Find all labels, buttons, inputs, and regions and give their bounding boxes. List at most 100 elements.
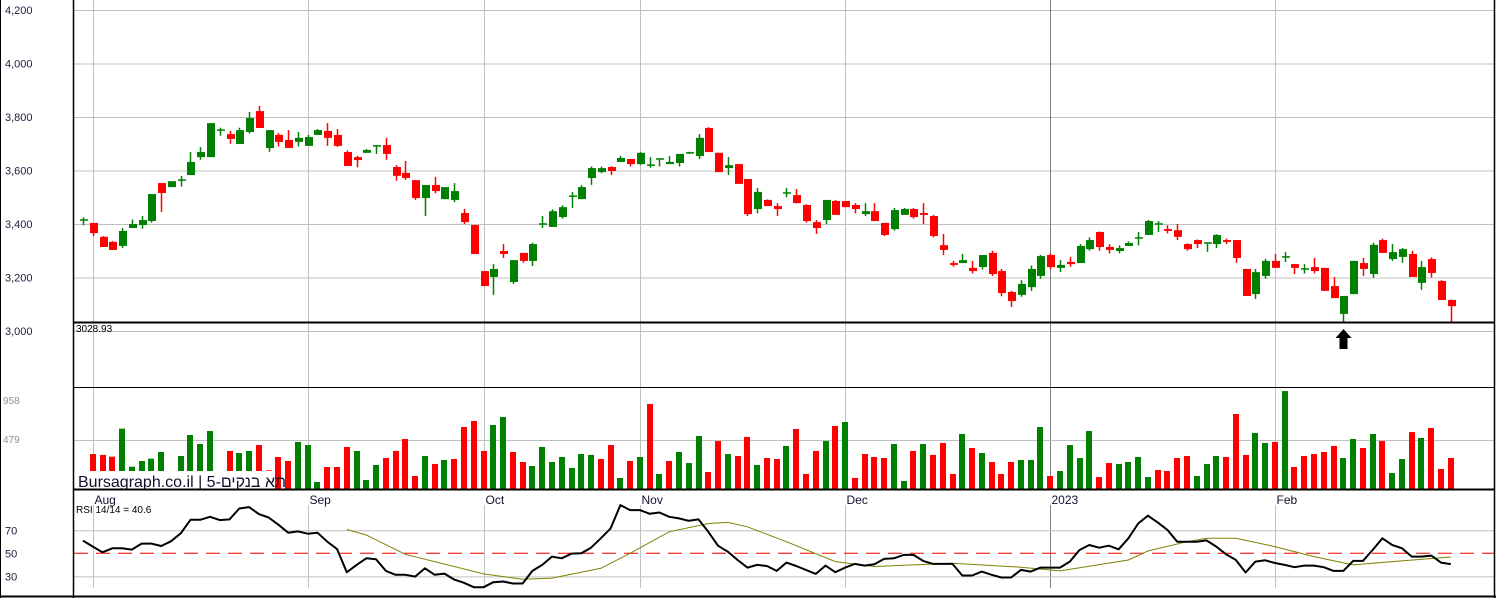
volume-bar: [402, 439, 408, 489]
volume-bar: [1340, 458, 1346, 489]
volume-bar: [334, 467, 340, 489]
volume-bar: [715, 441, 721, 489]
candle: [1252, 268, 1260, 299]
volume-bar: [1360, 447, 1366, 489]
volume-bar: [1370, 433, 1376, 489]
candle: [285, 130, 293, 149]
volume-bar: [324, 467, 330, 489]
candle: [696, 134, 704, 159]
candle: [852, 203, 860, 214]
candle: [862, 203, 870, 216]
candle-body: [178, 179, 186, 181]
volume-bar: [520, 462, 526, 489]
candle: [617, 155, 625, 162]
candle: [1370, 242, 1378, 278]
rsi-line: [82, 504, 1451, 589]
candle: [930, 214, 938, 238]
candle: [1067, 256, 1075, 267]
candle-body: [598, 168, 606, 173]
candle-body: [1096, 232, 1104, 248]
candle-body: [715, 152, 723, 173]
volume-bar: [793, 428, 799, 489]
volume-bar: [529, 465, 535, 489]
candle: [275, 133, 283, 147]
volume-bar: [344, 446, 350, 489]
price-axis: 3,000 3,200 3,400 3,600 3,800 4,000 4,200: [5, 5, 33, 338]
volume-bar: [1077, 458, 1083, 489]
candle: [109, 241, 117, 250]
volume-bar: [891, 444, 897, 489]
volume-bar: [305, 445, 311, 489]
support-line: 3028.93: [74, 321, 1494, 335]
month-label: Dec: [847, 493, 868, 507]
candle: [1243, 268, 1251, 296]
price-tick-label: 3,400: [5, 219, 33, 231]
volume-bar: [441, 459, 447, 489]
price-tick-label: 4,000: [5, 59, 33, 71]
candle-body: [236, 130, 244, 145]
candle-body: [764, 199, 772, 207]
candle: [217, 127, 225, 136]
candle: [1008, 290, 1016, 307]
candle: [549, 209, 557, 227]
candle-body: [813, 222, 821, 229]
candle: [666, 156, 674, 165]
candle-body: [744, 179, 752, 215]
candle: [148, 194, 156, 223]
candle: [305, 134, 313, 146]
candle-body: [1291, 264, 1299, 268]
volume-bar: [569, 468, 575, 489]
watermark: Bursagraph.co.il | 5-תא בנקים: [76, 471, 286, 491]
volume-bar: [1145, 477, 1151, 489]
volume-bar: [696, 436, 702, 489]
candle-body: [432, 184, 440, 192]
candle-body: [1272, 260, 1280, 268]
candle: [422, 184, 430, 216]
volume-bar: [656, 473, 662, 489]
volume-bar: [705, 472, 711, 489]
candle-body: [422, 184, 430, 199]
candle-body: [1350, 260, 1358, 295]
candle: [481, 271, 489, 287]
volume-bar: [1399, 459, 1405, 489]
candle-body: [832, 200, 840, 215]
candle: [578, 185, 586, 200]
volume-bar: [1067, 445, 1073, 489]
volume-bar: [862, 454, 868, 489]
volume-bar: [451, 459, 457, 489]
volume-bar: [1389, 473, 1395, 489]
candle: [1291, 264, 1299, 275]
candle: [1438, 280, 1446, 300]
volume-tick-label: 958: [3, 396, 20, 407]
candle: [412, 180, 420, 200]
candle: [1018, 280, 1026, 297]
volume-bar: [461, 427, 467, 489]
candle-body: [1194, 240, 1202, 245]
volume-bar: [744, 436, 750, 489]
candle: [266, 130, 274, 152]
volume-bar: [1409, 432, 1415, 489]
candle-body: [959, 260, 967, 264]
candle: [1086, 237, 1094, 251]
candle-body: [80, 219, 88, 221]
volume-bar: [950, 473, 956, 489]
volume-bar: [588, 454, 594, 489]
candle-body: [402, 172, 410, 178]
volume-bar: [969, 447, 975, 489]
volume-bar: [1321, 451, 1327, 489]
candle-body: [500, 251, 508, 254]
rsi-panel: [74, 504, 1494, 589]
candle-body: [725, 165, 733, 169]
volume-axis: 958 479: [3, 396, 20, 446]
candle-body: [187, 161, 195, 176]
candle-body: [559, 207, 567, 218]
candle: [686, 151, 694, 154]
candle: [363, 149, 371, 153]
volume-bar: [314, 482, 320, 489]
candle: [393, 165, 401, 181]
candle: [354, 155, 362, 168]
candle: [832, 199, 840, 215]
candle-body: [1331, 286, 1339, 299]
candle-body: [1155, 223, 1163, 225]
candle-body: [910, 209, 918, 218]
